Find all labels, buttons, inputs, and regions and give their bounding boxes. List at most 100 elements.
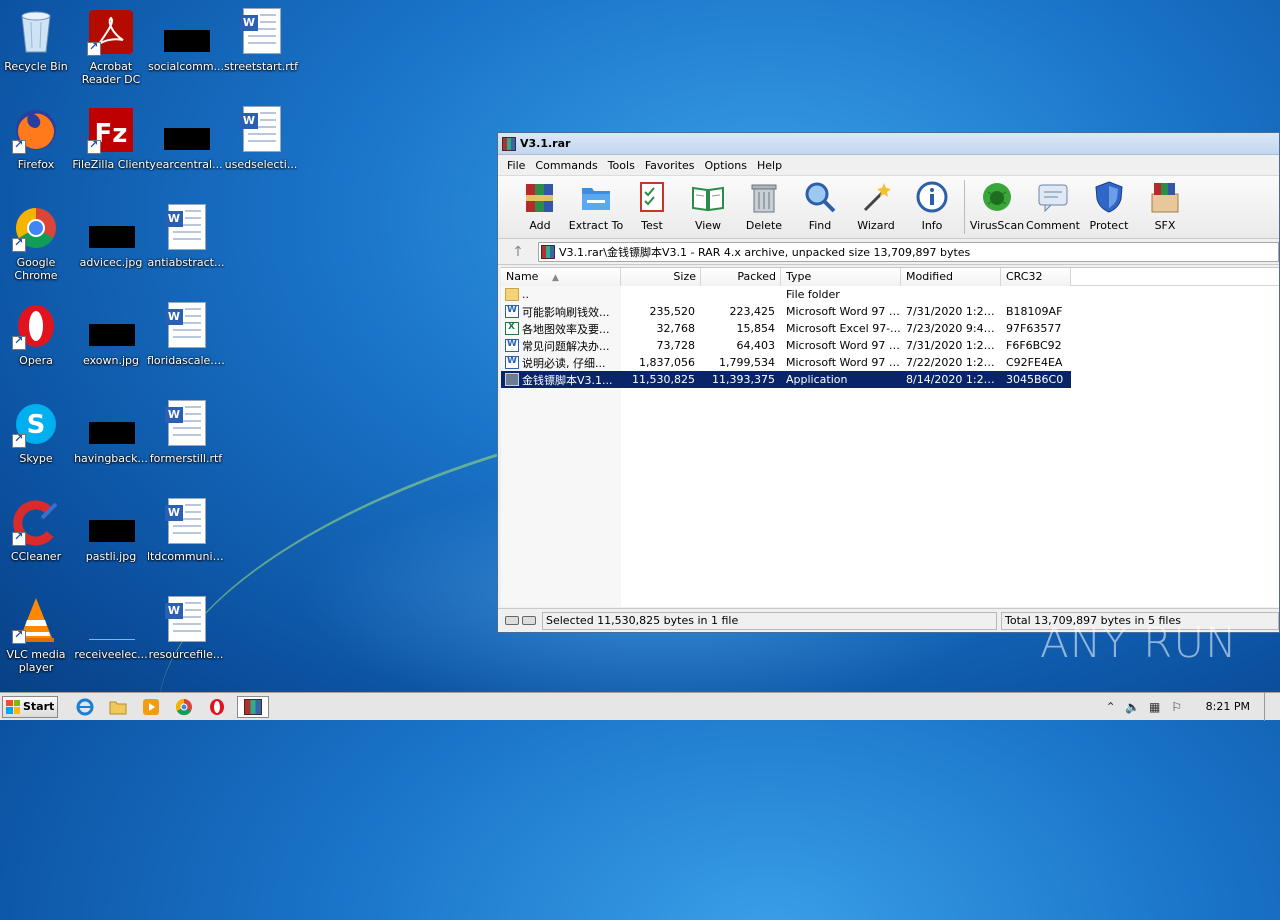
file-size: 1,837,056 — [639, 356, 695, 369]
desktop-icon-label: Opera — [19, 354, 53, 367]
menu-options[interactable]: Options — [700, 159, 752, 172]
desktop-icon-receiveelec[interactable]: receiveelec... — [72, 596, 150, 661]
table-row[interactable]: 常见问题解决办... 73,728 64,403 Microsoft Word … — [501, 337, 1279, 354]
window-titlebar[interactable]: V3.1.rar — [498, 133, 1279, 155]
desktop-icon-havingback[interactable]: havingback... — [72, 400, 150, 465]
address-path-field[interactable]: V3.1.rar\金钱镖脚本V3.1 - RAR 4.x archive, un… — [538, 241, 1279, 262]
show-desktop-button[interactable] — [1264, 692, 1272, 721]
taskbar-chrome[interactable] — [171, 696, 197, 718]
extract-to-button[interactable]: Extract To — [568, 180, 624, 232]
desktop-icon-socialcomm[interactable]: socialcomm... — [147, 8, 225, 73]
desktop-icon-ccleaner[interactable]: CCleaner — [0, 498, 75, 563]
system-tray: ⌃ 🔈 ▦ ⚐ 8:21 PM — [1104, 692, 1280, 721]
show-hidden-icons-chevron-icon[interactable]: ⌃ — [1104, 700, 1118, 714]
virusscan-bug-icon — [980, 180, 1014, 214]
taskbar-winrar[interactable] — [237, 695, 269, 718]
column-header-name[interactable]: Name ▲ — [501, 268, 621, 286]
desktop-icon-pastli[interactable]: pastli.jpg — [72, 498, 150, 563]
table-row[interactable]: .. File folder — [501, 286, 1279, 303]
network-icon[interactable]: ▦ — [1148, 700, 1162, 714]
taskbar-internet-explorer[interactable] — [72, 696, 98, 718]
desktop-icon-ltdcommunit[interactable]: W ltdcommunit... — [147, 498, 225, 563]
taskbar-file-explorer[interactable] — [105, 696, 131, 718]
desktop-icon-firefox[interactable]: Firefox — [0, 106, 75, 171]
image-thumbnail — [89, 422, 135, 444]
sfx-button[interactable]: SFX — [1137, 180, 1193, 232]
image-thumbnail — [89, 324, 135, 346]
menu-file[interactable]: File — [502, 159, 530, 172]
test-button[interactable]: Test — [624, 180, 680, 232]
desktop-icon-skype[interactable]: S Skype — [0, 400, 75, 465]
start-button[interactable]: Start — [2, 695, 58, 718]
file-packed: 223,425 — [729, 305, 776, 318]
desktop-icon-label: Recycle Bin — [4, 60, 68, 73]
file-name: 金钱镖脚本V3.1... — [522, 373, 613, 387]
find-button[interactable]: Find — [792, 180, 848, 232]
desktop-icon-floridascale[interactable]: W floridascale.rtf — [147, 302, 225, 367]
file-modified: 8/14/2020 1:26... — [906, 373, 1001, 386]
wizard-button[interactable]: Wizard — [848, 180, 904, 232]
desktop-icon-formerstill[interactable]: W formerstill.rtf — [147, 400, 225, 465]
media-player-icon — [143, 698, 159, 715]
info-button[interactable]: Info — [904, 180, 960, 232]
desktop-icon-chrome[interactable]: Google Chrome — [0, 204, 75, 282]
word-document-icon: W — [162, 302, 210, 350]
add-button[interactable]: Add — [512, 180, 568, 232]
table-row[interactable]: 可能影响刷钱效... 235,520 223,425 Microsoft Wor… — [501, 303, 1279, 320]
column-header-crc32[interactable]: CRC32 — [1001, 268, 1071, 286]
desktop-icon-exown[interactable]: exown.jpg — [72, 302, 150, 367]
folder-up-icon — [505, 288, 519, 301]
action-center-flag-icon[interactable]: ⚐ — [1170, 700, 1184, 714]
column-header-packed[interactable]: Packed — [701, 268, 781, 286]
file-size: 11,530,825 — [632, 373, 695, 386]
address-bar: ↑ V3.1.rar\金钱镖脚本V3.1 - RAR 4.x archive, … — [498, 239, 1279, 265]
volume-icon[interactable]: 🔈 — [1125, 700, 1140, 714]
column-header-modified[interactable]: Modified — [901, 268, 1001, 286]
table-row[interactable]: 各地图效率及要... 32,768 15,854 Microsoft Excel… — [501, 320, 1279, 337]
desktop-icon-label: FileZilla Client — [72, 158, 150, 171]
view-button[interactable]: View — [680, 180, 736, 232]
skype-icon: S — [12, 400, 60, 448]
file-list[interactable]: Name ▲ Size Packed Type Modified CRC32 .… — [501, 267, 1279, 607]
winrar-window[interactable]: V3.1.rar File Commands Tools Favorites O… — [497, 132, 1280, 633]
desktop-icon-label: Google Chrome — [14, 256, 58, 282]
desktop-icon-advicec[interactable]: advicec.jpg — [72, 204, 150, 269]
delete-button[interactable]: Delete — [736, 180, 792, 232]
taskbar-clock[interactable]: 8:21 PM — [1206, 700, 1250, 713]
up-folder-arrow-icon[interactable]: ↑ — [498, 244, 538, 260]
desktop-icon-resourcefile[interactable]: W resourcefile... — [147, 596, 225, 661]
desktop-icon-label: havingback... — [74, 452, 148, 465]
desktop-icon-antiabstract[interactable]: W antiabstract... — [147, 204, 225, 269]
desktop-icon-recycle-bin[interactable]: Recycle Bin — [0, 8, 75, 73]
add-label: Add — [529, 219, 551, 232]
taskbar-media-player[interactable] — [138, 696, 164, 718]
comment-button[interactable]: Comment — [1025, 180, 1081, 232]
menu-commands[interactable]: Commands — [530, 159, 602, 172]
shortcut-arrow-icon — [12, 628, 26, 644]
desktop-icon-vlc[interactable]: VLC media player — [0, 596, 75, 674]
desktop-icon-usedselecti[interactable]: W usedselecti... — [222, 106, 300, 171]
virusscan-button[interactable]: VirusScan — [969, 180, 1025, 232]
file-modified: 7/23/2020 9:49... — [906, 322, 1001, 335]
desktop-icon-acrobat[interactable]: Acrobat Reader DC — [72, 8, 150, 86]
word-file-icon — [505, 356, 519, 369]
column-header-type[interactable]: Type — [781, 268, 901, 286]
taskbar: Start ⌃ 🔈 ▦ ⚐ 8:21 PM — [0, 692, 1280, 721]
desktop-icon-streetstart[interactable]: W streetstart.rtf — [222, 8, 300, 73]
desktop-icon-opera[interactable]: Opera — [0, 302, 75, 367]
desktop-icon-yearcentral[interactable]: yearcentral... — [147, 106, 225, 171]
file-crc: 97F63577 — [1006, 322, 1062, 335]
file-name: .. — [522, 288, 529, 301]
table-row[interactable]: 说明必读, 仔细... 1,837,056 1,799,534 Microsof… — [501, 354, 1279, 371]
menu-tools[interactable]: Tools — [603, 159, 640, 172]
protect-button[interactable]: Protect — [1081, 180, 1137, 232]
desktop-icon-filezilla[interactable]: Fz FileZilla Client — [72, 106, 150, 171]
menu-favorites[interactable]: Favorites — [640, 159, 700, 172]
desktop-icon-label: resourcefile... — [148, 648, 224, 661]
file-packed: 11,393,375 — [712, 373, 775, 386]
table-row-selected[interactable]: 金钱镖脚本V3.1... 11,530,825 11,393,375 Appli… — [501, 371, 1071, 388]
taskbar-opera[interactable] — [204, 696, 230, 718]
menu-help[interactable]: Help — [752, 159, 787, 172]
word-document-icon: W — [162, 204, 210, 252]
column-header-size[interactable]: Size — [621, 268, 701, 286]
